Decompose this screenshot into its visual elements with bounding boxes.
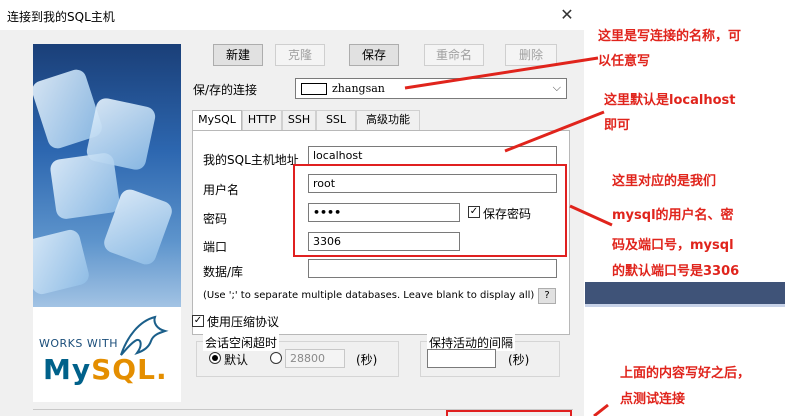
annotation-user-line1: 这里对应的是我们 [612,174,717,189]
annotation-host-line1: 这里默认是localhost [604,93,736,108]
annotation-user-line2: mysql的用户名、密 [612,208,734,223]
annotation-test-line1: 上面的内容写好之后， [620,366,751,381]
annotation-name-line1: 这里是写连接的名称，可 [598,29,742,44]
annotation-name-line2: 以任意写 [598,54,651,69]
arrow-to-host [504,110,605,153]
arrow-to-test [593,403,609,416]
annotation-user-line3: 码及端口号，mysql [612,238,734,253]
annotation-user-line4: 的默认端口号是3306 [612,264,740,279]
arrow-to-name [404,56,599,90]
arrow-to-credentials [569,204,613,227]
annotation-test-line2: 点测试连接 [620,392,686,407]
annotation-host-line2: 即可 [604,118,631,133]
